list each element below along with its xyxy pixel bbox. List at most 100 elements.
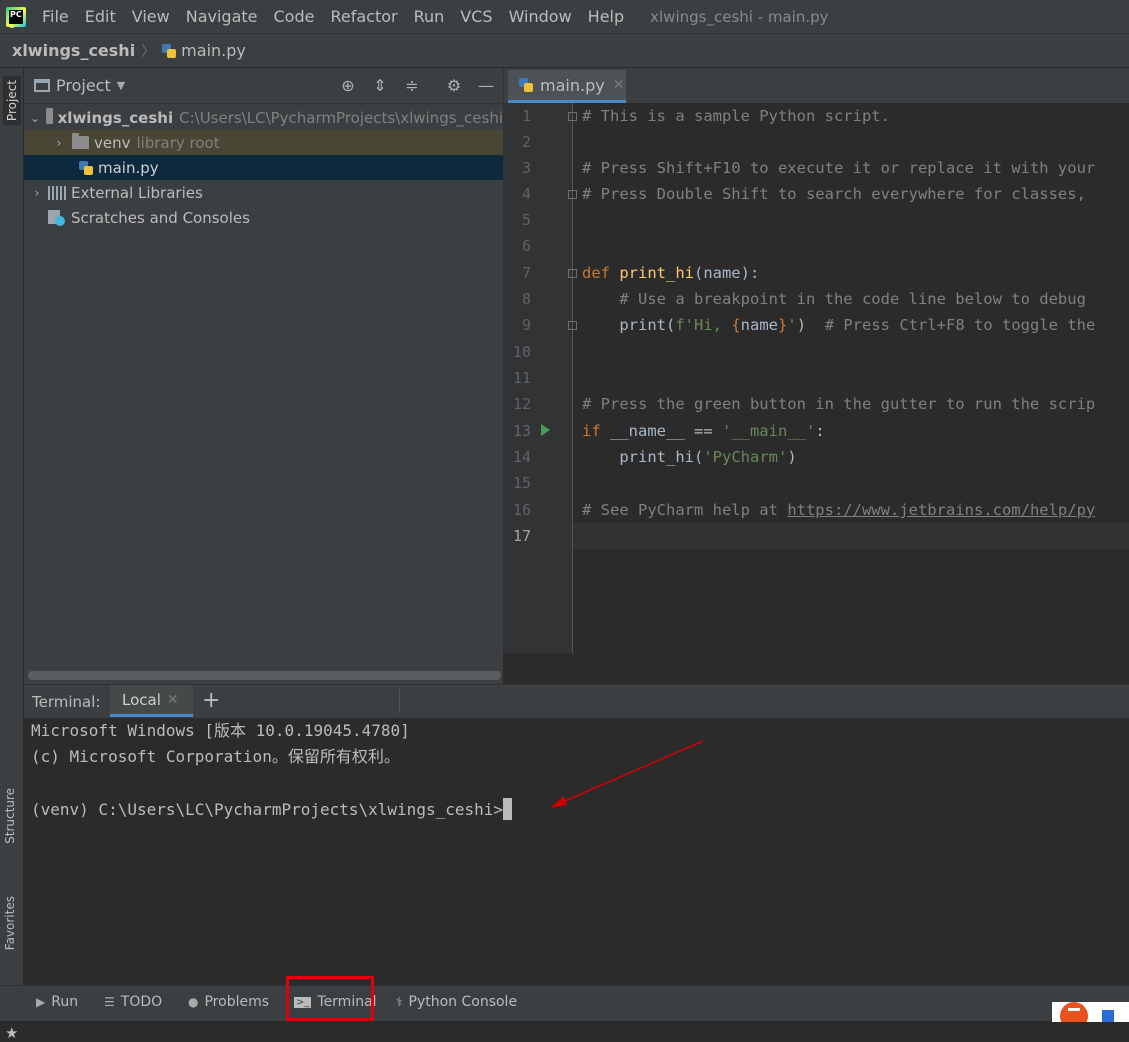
menu-view[interactable]: View: [124, 7, 178, 26]
gear-icon[interactable]: ⚙: [444, 76, 464, 96]
chevron-down-icon[interactable]: ⌄: [30, 111, 40, 125]
tree-item-path: C:\Users\LC\PycharmProjects\xlwings_cesh…: [179, 108, 503, 127]
python-icon: ⚕: [396, 995, 403, 1009]
code-line-16: # See PyCharm help at https://www.jetbra…: [582, 501, 1096, 519]
run-gutter-icon[interactable]: [541, 424, 550, 436]
menu-bar: PC _ File Edit View Navigate Code Refacto…: [0, 0, 1129, 33]
code-line-7: def print_hi(name):: [582, 264, 760, 282]
code-editor[interactable]: 1 2 3 4 5 6 7 8 9 10 11 12 13 14 15 16 1…: [503, 103, 1129, 653]
line-number: 8: [521, 290, 531, 308]
breadcrumb-project[interactable]: xlwings_ceshi: [12, 41, 135, 60]
breadcrumb: xlwings_ceshi 〉 main.py: [0, 33, 1129, 68]
terminal-tab-label: Local: [122, 690, 161, 709]
horizontal-scrollbar[interactable]: [28, 671, 501, 680]
code-line-4: # Press Double Shift to search everywher…: [582, 185, 1086, 203]
editor-tab-main-py[interactable]: main.py ✕: [508, 70, 626, 103]
project-pane: Project ▼ ⊕ ⇕ ≑ ⚙ — ⌄ xlwings_ceshi C:\U…: [24, 68, 503, 684]
tool-tab-project[interactable]: Project: [3, 76, 21, 126]
menu-window[interactable]: Window: [501, 7, 580, 26]
locate-file-icon[interactable]: ⊕: [338, 76, 358, 96]
tree-item-label: main.py: [98, 158, 159, 177]
tree-item-external-libraries[interactable]: › External Libraries: [24, 180, 503, 205]
line-number: 2: [521, 133, 531, 151]
new-terminal-button[interactable]: +: [202, 689, 220, 713]
close-icon[interactable]: ✕: [167, 692, 179, 708]
tree-item-hint: library root: [136, 133, 220, 152]
collapse-all-icon[interactable]: ≑: [402, 76, 422, 96]
project-pane-header: Project ▼ ⊕ ⇕ ≑ ⚙ —: [24, 68, 503, 104]
current-line-highlight: [573, 523, 1129, 549]
fold-marker-icon[interactable]: [568, 269, 577, 278]
editor-tab-label: main.py: [540, 75, 605, 95]
menu-refactor[interactable]: Refactor: [322, 7, 405, 26]
menu-vcs[interactable]: VCS: [452, 7, 500, 26]
code-line-3: # Press Shift+F10 to execute it or repla…: [582, 159, 1096, 177]
code-line-8: # Use a breakpoint in the code line belo…: [582, 290, 1086, 308]
library-icon: [48, 185, 66, 200]
code-line-1: # This is a sample Python script.: [582, 107, 890, 125]
bottom-tab-problems[interactable]: ● Problems: [188, 994, 269, 1010]
project-view-title[interactable]: Project: [56, 76, 111, 95]
python-file-icon: [518, 77, 534, 93]
fold-marker-icon[interactable]: [568, 190, 577, 199]
menu-code[interactable]: Code: [266, 7, 323, 26]
menu-file[interactable]: File: [34, 7, 77, 26]
line-number: 11: [512, 369, 531, 387]
line-number: 15: [512, 474, 531, 492]
help-link[interactable]: https://www.jetbrains.com/help/py: [787, 501, 1095, 519]
folder-icon: [46, 108, 53, 124]
tree-item-scratches[interactable]: Scratches and Consoles: [24, 205, 503, 230]
menu-navigate[interactable]: Navigate: [178, 7, 266, 26]
pycharm-logo-icon: PC _: [6, 6, 26, 28]
code-line-12: # Press the green button in the gutter t…: [582, 395, 1096, 413]
line-number: 5: [521, 211, 531, 229]
chevron-down-icon[interactable]: ▼: [117, 79, 125, 92]
code-line-9: print(f'Hi, {name}') # Press Ctrl+F8 to …: [582, 316, 1096, 334]
line-number: 4: [521, 185, 531, 203]
hide-pane-icon[interactable]: —: [476, 76, 496, 96]
menu-run[interactable]: Run: [406, 7, 453, 26]
bottom-tab-todo[interactable]: ☰ TODO: [104, 994, 162, 1010]
tree-item-label: xlwings_ceshi: [57, 108, 174, 127]
list-icon: ☰: [104, 995, 115, 1009]
project-view-icon: [34, 79, 50, 92]
line-number: 9: [521, 316, 531, 334]
close-icon[interactable]: ✕: [613, 77, 625, 93]
expand-all-icon[interactable]: ⇕: [370, 76, 390, 96]
fold-marker-icon[interactable]: [568, 112, 577, 121]
tree-item-project-root[interactable]: ⌄ xlwings_ceshi C:\Users\LC\PycharmProje…: [24, 105, 503, 130]
annotation-arrow-icon: [550, 740, 704, 808]
tool-tab-favorites[interactable]: Favorites: [3, 896, 17, 950]
bottom-tab-run[interactable]: ▶ Run: [36, 994, 78, 1010]
line-number: 1: [521, 107, 531, 125]
chevron-right-icon[interactable]: ›: [30, 186, 44, 200]
chevron-right-icon[interactable]: ›: [52, 136, 66, 150]
line-number: 16: [512, 501, 531, 519]
tool-window-bar: ▶ Run ☰ TODO ● Problems >_ Terminal ⚕ Python …: [0, 976, 1129, 1022]
line-number: 13: [512, 422, 531, 440]
tool-tab-structure[interactable]: Structure: [3, 788, 17, 844]
line-number: 12: [512, 395, 531, 413]
tree-item-main-py[interactable]: main.py: [24, 155, 503, 180]
terminal-header: Terminal: Local ✕ +: [24, 684, 1129, 718]
bottom-tab-python-console[interactable]: ⚕ Python Console: [396, 994, 517, 1010]
menu-edit[interactable]: Edit: [77, 7, 124, 26]
menu-help[interactable]: Help: [580, 7, 632, 26]
tree-item-label: venv: [94, 133, 131, 152]
line-number: 6: [521, 237, 531, 255]
fold-marker-icon[interactable]: [568, 321, 577, 330]
terminal-title: Terminal:: [32, 693, 101, 711]
alert-icon: ●: [188, 995, 199, 1009]
line-number: 10: [512, 343, 531, 361]
scratches-icon: [48, 209, 66, 226]
breadcrumb-file[interactable]: main.py: [181, 41, 246, 60]
divider: [399, 689, 400, 713]
tree-item-venv[interactable]: › venv library root: [24, 130, 503, 155]
terminal-tab-local[interactable]: Local ✕: [110, 685, 193, 717]
terminal-body[interactable]: Microsoft Windows [版本 10.0.19045.4780] (…: [24, 718, 1129, 985]
editor-tab-bar: main.py ✕: [503, 68, 1129, 103]
star-icon: ★: [5, 1024, 19, 1042]
folder-icon: [72, 133, 89, 149]
line-number: 14: [512, 448, 531, 466]
editor-gutter: 1 2 3 4 5 6 7 8 9 10 11 12 13 14 15 16 1…: [503, 103, 577, 653]
